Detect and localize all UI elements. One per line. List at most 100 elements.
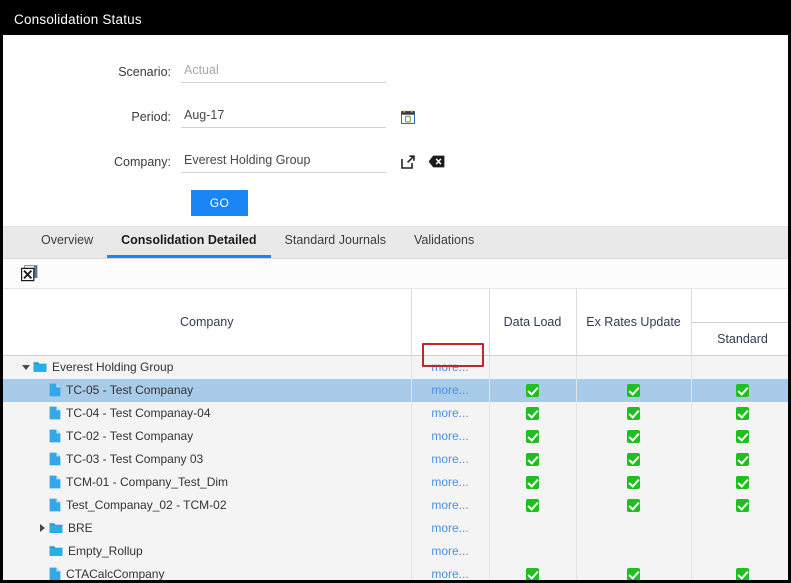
cell-data-load <box>489 424 577 448</box>
company-input[interactable] <box>181 150 386 173</box>
status-check-icon <box>736 568 749 580</box>
table-row[interactable]: TC-04 - Test Companay-04 more... <box>3 401 788 425</box>
col-header-company[interactable]: Company <box>3 289 412 356</box>
cell-standard <box>691 355 788 379</box>
tab-overview[interactable]: Overview <box>27 233 107 258</box>
table-body: Everest Holding Group more... TC-05 - Test… <box>3 355 788 581</box>
cell-ex-rates <box>576 401 692 425</box>
cell-company[interactable]: Empty_Rollup <box>3 539 412 563</box>
more-link[interactable]: more... <box>431 429 468 443</box>
col-header-ex-rates-update[interactable]: Ex Rates Update <box>576 289 692 356</box>
more-link[interactable]: more... <box>431 360 468 374</box>
table-row[interactable]: BRE more... <box>3 516 788 540</box>
file-icon <box>49 567 61 580</box>
go-button[interactable]: GO <box>191 190 248 216</box>
cell-standard <box>691 470 788 494</box>
cell-more: more... <box>411 355 490 379</box>
open-selector-icon[interactable] <box>401 154 415 169</box>
more-link[interactable]: more... <box>431 452 468 466</box>
more-link[interactable]: more... <box>431 544 468 558</box>
grid-toolbar <box>3 259 788 289</box>
form-row-scenario: Scenario: <box>3 53 788 90</box>
col-header-data-load[interactable]: Data Load <box>489 289 577 356</box>
twisty-placeholder <box>35 448 49 471</box>
table-row[interactable]: TC-05 - Test Companay more... <box>3 378 788 402</box>
company-name-label: Test_Companay_02 - TCM-02 <box>66 498 227 512</box>
twisty-placeholder <box>35 540 49 563</box>
cell-more: more... <box>411 493 490 517</box>
expand-twisty-icon[interactable] <box>35 517 49 540</box>
period-input[interactable] <box>181 105 386 128</box>
more-link[interactable]: more... <box>431 406 468 420</box>
more-link[interactable]: more... <box>431 475 468 489</box>
status-check-icon <box>736 499 749 513</box>
consolidation-status-window: Consolidation Status Scenario: Period: <box>0 0 791 583</box>
folder-icon <box>49 522 63 534</box>
table-row[interactable]: TC-02 - Test Companay more... <box>3 424 788 448</box>
file-icon <box>49 406 61 420</box>
window-titlebar: Consolidation Status <box>3 3 788 35</box>
cell-standard <box>691 493 788 517</box>
table-row[interactable]: Empty_Rollup more... <box>3 539 788 563</box>
cell-company[interactable]: Test_Companay_02 - TCM-02 <box>3 493 412 517</box>
consolidation-table: Company Data Load Ex Rates Update Standa… <box>3 289 788 581</box>
cell-ex-rates <box>576 562 692 580</box>
company-name-label: CTACalcCompany <box>66 567 165 581</box>
scenario-input[interactable] <box>181 60 386 83</box>
status-check-icon <box>526 568 539 580</box>
tab-consolidation-detailed[interactable]: Consolidation Detailed <box>107 233 271 258</box>
twisty-placeholder <box>35 379 49 402</box>
table-row[interactable]: TC-03 - Test Company 03 more... <box>3 447 788 471</box>
cell-company[interactable]: TC-04 - Test Companay-04 <box>3 401 412 425</box>
cell-more: more... <box>411 516 490 540</box>
status-check-icon <box>627 384 640 398</box>
tab-validations[interactable]: Validations <box>400 233 488 258</box>
col-header-standard[interactable]: Standard <box>691 322 788 356</box>
cell-standard <box>691 539 788 563</box>
status-check-icon <box>526 453 539 467</box>
cell-company[interactable]: TCM-01 - Company_Test_Dim <box>3 470 412 494</box>
status-check-icon <box>736 384 749 398</box>
cell-ex-rates <box>576 539 692 563</box>
company-name-label: TC-04 - Test Companay-04 <box>66 406 211 420</box>
excel-export-icon[interactable] <box>21 265 38 282</box>
cell-company[interactable]: Everest Holding Group <box>3 355 412 379</box>
cell-company[interactable]: CTACalcCompany <box>3 562 412 581</box>
status-check-icon <box>627 453 640 467</box>
calendar-icon[interactable] <box>401 109 415 124</box>
file-icon <box>49 429 61 443</box>
more-link[interactable]: more... <box>431 567 468 580</box>
cell-company[interactable]: TC-03 - Test Company 03 <box>3 447 412 471</box>
collapse-twisty-icon[interactable] <box>19 356 33 379</box>
company-input-wrap <box>181 150 386 173</box>
clear-icon[interactable] <box>428 155 445 168</box>
tab-bar: Overview Consolidation Detailed Standard… <box>3 227 788 259</box>
file-icon <box>49 383 61 397</box>
more-link[interactable]: more... <box>431 521 468 535</box>
tab-standard-journals[interactable]: Standard Journals <box>271 233 400 258</box>
cell-more: more... <box>411 424 490 448</box>
cell-more: more... <box>411 539 490 563</box>
company-name-label: TC-03 - Test Company 03 <box>66 452 204 466</box>
cell-ex-rates <box>576 493 692 517</box>
cell-data-load <box>489 378 577 402</box>
folder-icon <box>33 361 47 373</box>
more-link[interactable]: more... <box>431 383 468 397</box>
cell-company[interactable]: BRE <box>3 516 412 540</box>
file-icon <box>49 475 61 489</box>
cell-more: more... <box>411 470 490 494</box>
status-check-icon <box>526 384 539 398</box>
table-row[interactable]: CTACalcCompany more... <box>3 562 788 581</box>
cell-company[interactable]: TC-02 - Test Companay <box>3 424 412 448</box>
table-row[interactable]: Everest Holding Group more... <box>3 355 788 379</box>
filter-form-panel: Scenario: Period: <box>3 35 788 227</box>
table-row[interactable]: TCM-01 - Company_Test_Dim more... <box>3 470 788 494</box>
cell-company[interactable]: TC-05 - Test Companay <box>3 378 412 402</box>
cell-ex-rates <box>576 447 692 471</box>
cell-data-load <box>489 401 577 425</box>
status-check-icon <box>736 430 749 444</box>
col-header-journals-group <box>691 289 788 323</box>
more-link[interactable]: more... <box>431 498 468 512</box>
table-row[interactable]: Test_Companay_02 - TCM-02 more... <box>3 493 788 517</box>
company-field-icons <box>401 154 445 169</box>
